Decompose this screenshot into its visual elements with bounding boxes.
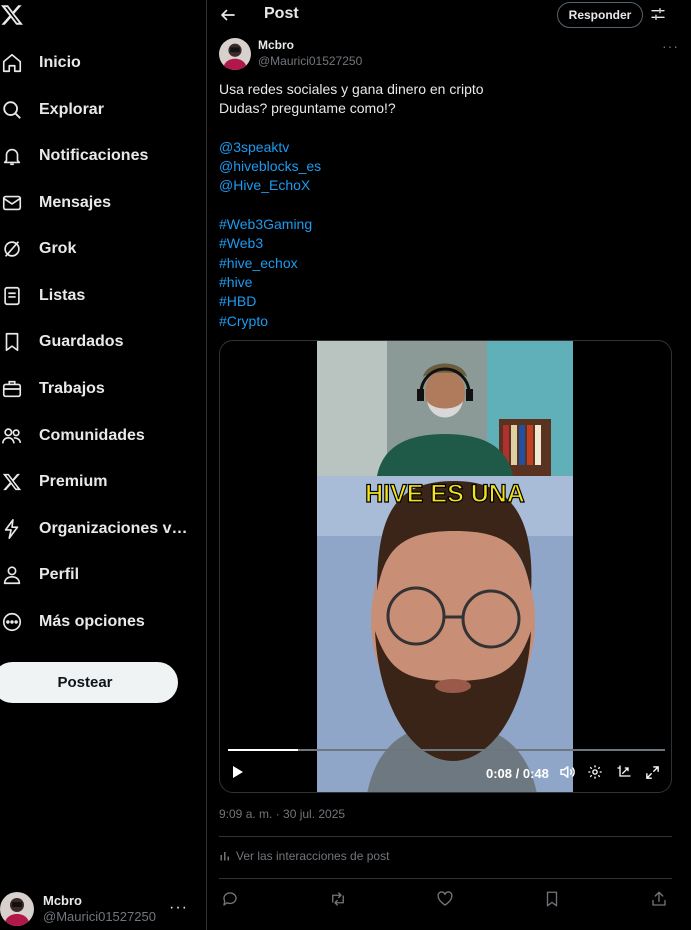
- home-icon: [0, 51, 24, 75]
- sidebar: Inicio Explorar Notificaciones Mensajes …: [0, 0, 207, 930]
- interactions-label: Ver las interacciones de post: [236, 849, 390, 863]
- post-text-line: [219, 119, 679, 138]
- list-icon: [0, 284, 24, 308]
- post-text-link[interactable]: @3speaktv: [219, 138, 679, 157]
- bookmark-icon[interactable]: [541, 888, 563, 910]
- more-icon[interactable]: ···: [662, 38, 679, 54]
- sidebar-item-grok[interactable]: Grok: [0, 229, 76, 269]
- avatar: [0, 892, 34, 926]
- post-text-line: [219, 196, 679, 215]
- post-text-link[interactable]: #HBD: [219, 292, 679, 311]
- sidebar-item-label: Listas: [39, 287, 86, 304]
- video-progress-fill: [228, 749, 298, 751]
- sidebar-item-inicio[interactable]: Inicio: [0, 43, 81, 83]
- post-text: Usa redes sociales y gana dinero en crip…: [219, 80, 679, 331]
- sidebar-item-label: Comunidades: [39, 427, 145, 444]
- sidebar-item-label: Grok: [39, 240, 77, 257]
- play-icon[interactable]: [229, 763, 245, 781]
- sidebar-item-label: Organizaciones v…: [39, 520, 188, 537]
- post-text-link[interactable]: #hive: [219, 273, 679, 292]
- post-text-link[interactable]: #Web3: [219, 234, 679, 253]
- post-timestamp[interactable]: 9:09 a. m. · 30 jul. 2025: [219, 807, 345, 821]
- avatar[interactable]: [219, 38, 251, 70]
- sidebar-item-label: Mensajes: [39, 194, 112, 211]
- sidebar-item-organizaciones[interactable]: Organizaciones v…: [0, 509, 188, 549]
- video-player[interactable]: HIVE ES UNA 0:08 / 0:48: [219, 340, 672, 793]
- reply-icon[interactable]: [219, 888, 241, 910]
- sidebar-item-label: Premium: [39, 473, 108, 490]
- author-handle[interactable]: @Maurici01527250: [258, 54, 362, 68]
- video-frame[interactable]: HIVE ES UNA: [317, 341, 573, 792]
- picture-in-picture-icon[interactable]: [616, 763, 632, 781]
- like-heart-icon[interactable]: [434, 888, 456, 910]
- page-title: Post: [264, 5, 299, 22]
- post-text-line: Usa redes sociales y gana dinero en crip…: [219, 81, 484, 97]
- people-icon: [0, 424, 24, 448]
- sidebar-item-label: Perfil: [39, 566, 80, 583]
- sliders-icon[interactable]: [650, 6, 668, 24]
- grok-icon: [0, 237, 24, 261]
- sidebar-item-mensajes[interactable]: Mensajes: [0, 183, 111, 223]
- sidebar-item-explorar[interactable]: Explorar: [0, 90, 104, 130]
- sidebar-item-label: Más opciones: [39, 613, 145, 630]
- briefcase-icon: [0, 377, 24, 401]
- divider: [219, 836, 672, 837]
- sidebar-item-premium[interactable]: Premium: [0, 462, 107, 502]
- sidebar-item-comunidades[interactable]: Comunidades: [0, 416, 145, 456]
- sidebar-item-label: Explorar: [39, 101, 104, 118]
- reply-button[interactable]: Responder: [557, 2, 643, 28]
- sidebar-item-label: Notificaciones: [39, 147, 149, 164]
- back-arrow-icon[interactable]: [219, 6, 237, 24]
- lightning-icon: [0, 517, 24, 541]
- author-name[interactable]: Mcbro: [258, 38, 294, 52]
- x-logo-icon[interactable]: [0, 3, 26, 29]
- action-bar: [219, 888, 672, 910]
- sidebar-item-mas-opciones[interactable]: Más opciones: [0, 602, 145, 642]
- more-icon[interactable]: ···: [169, 899, 188, 917]
- search-icon: [0, 98, 24, 122]
- divider: [219, 878, 672, 879]
- sidebar-item-notificaciones[interactable]: Notificaciones: [0, 136, 148, 176]
- share-icon[interactable]: [648, 888, 670, 910]
- view-interactions-link[interactable]: Ver las interacciones de post: [219, 849, 389, 863]
- bookmark-icon: [0, 330, 24, 354]
- fullscreen-icon[interactable]: [645, 763, 660, 781]
- post-text-link[interactable]: @hiveblocks_es: [219, 157, 679, 176]
- video-progress-bar[interactable]: [228, 749, 665, 751]
- sidebar-item-label: Inicio: [39, 54, 81, 71]
- sidebar-item-label: Guardados: [39, 333, 124, 350]
- volume-icon[interactable]: [558, 763, 576, 781]
- mail-icon: [0, 191, 24, 215]
- account-name: Mcbro: [43, 893, 82, 908]
- account-handle: @Maurici01527250: [43, 909, 156, 924]
- sidebar-item-label: Trabajos: [39, 380, 105, 397]
- sidebar-item-trabajos[interactable]: Trabajos: [0, 369, 105, 409]
- repost-icon[interactable]: [327, 888, 349, 910]
- sidebar-item-listas[interactable]: Listas: [0, 276, 85, 316]
- post-text-link[interactable]: #hive_echox: [219, 254, 679, 273]
- account-switcher[interactable]: Mcbro @Maurici01527250 ···: [0, 890, 200, 928]
- post-button[interactable]: Postear: [0, 662, 178, 703]
- post-author: Mcbro @Maurici01527250 ···: [219, 38, 679, 72]
- post-text-line: Dudas? preguntame como!?: [219, 100, 396, 117]
- post-text-link[interactable]: #Crypto: [219, 312, 679, 331]
- x-logo-icon: [0, 470, 24, 494]
- sidebar-item-perfil[interactable]: Perfil: [0, 555, 79, 595]
- post-text-link[interactable]: #Web3Gaming: [219, 215, 679, 234]
- post-text-link[interactable]: @Hive_EchoX: [219, 176, 679, 195]
- post-detail: Post Responder Mcbro @Maurici01527250 ··…: [207, 0, 691, 930]
- person-icon: [0, 563, 24, 587]
- more-circle-icon: [0, 610, 24, 634]
- bar-chart-icon: [219, 850, 231, 862]
- video-timecode: 0:08 / 0:48: [486, 766, 549, 781]
- header: Post Responder: [207, 0, 691, 30]
- sidebar-item-guardados[interactable]: Guardados: [0, 322, 123, 362]
- bell-icon: [0, 144, 24, 168]
- settings-gear-icon[interactable]: [587, 763, 603, 781]
- video-caption: HIVE ES UNA: [365, 480, 525, 508]
